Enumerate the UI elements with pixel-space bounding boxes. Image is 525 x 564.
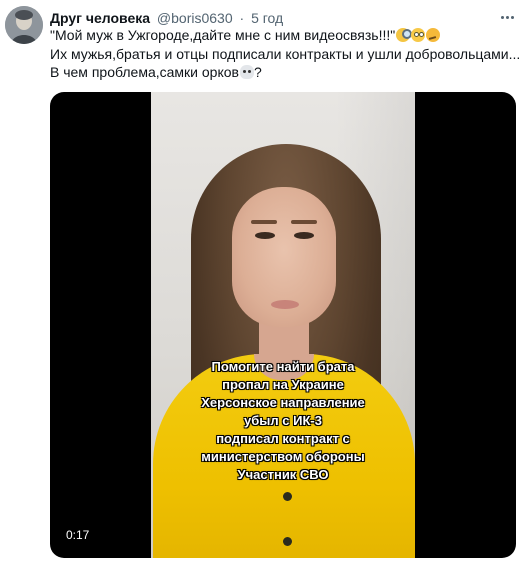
more-options-icon[interactable] xyxy=(497,10,517,24)
caption-line: Участник СВО xyxy=(237,467,329,482)
caption-line: пропал на Украине xyxy=(222,377,344,392)
tweet-text-line-1: "Мой муж в Ужгороде,дайте мне с ним виде… xyxy=(50,26,519,45)
tweet-text-line-3-end: ? xyxy=(253,64,262,80)
avatar[interactable] xyxy=(5,6,43,44)
sweater-button xyxy=(283,537,292,546)
tweet-text-line-1-content: "Мой муж в Ужгороде,дайте мне с ним виде… xyxy=(50,27,396,43)
video-frame[interactable] xyxy=(151,92,415,558)
magnifying-glass-icon xyxy=(396,28,413,42)
rolling-eyes-icon xyxy=(411,28,426,42)
caption-line: Помогите найти брата xyxy=(211,359,355,374)
tweet-text-line-3-content: В чем проблема,самки орков xyxy=(50,64,239,80)
tweet-text-line-2: Их мужья,братья и отцы подписали контрак… xyxy=(50,45,519,62)
video-person-eye-right xyxy=(294,232,314,239)
caption-line: Херсонское направление xyxy=(201,395,365,410)
caption-line: подписал контракт с xyxy=(216,431,350,446)
tweet[interactable]: Друг человека @boris0630 · 5 год "Мой му… xyxy=(0,0,525,564)
separator-dot: · xyxy=(239,10,245,26)
tweet-text-line-3: В чем проблема,самки орков? xyxy=(50,63,519,82)
video-timestamp: 0:17 xyxy=(60,526,96,545)
caption-line: министерством обороны xyxy=(201,449,365,464)
video-person-lips xyxy=(271,300,299,309)
author-name[interactable]: Друг человека xyxy=(50,10,150,26)
thinking-face-icon xyxy=(426,28,441,42)
video-person-brow-right xyxy=(291,220,317,224)
tweet-header: Друг человека @boris0630 · 5 год xyxy=(50,9,505,27)
skull-icon xyxy=(239,65,254,79)
video-caption: Помогите найти брата пропал на Украине Х… xyxy=(151,358,415,484)
video-person-eye-left xyxy=(255,232,275,239)
video-player[interactable]: Помогите найти брата пропал на Украине Х… xyxy=(50,92,516,558)
tweet-time[interactable]: 5 год xyxy=(251,10,283,26)
author-handle[interactable]: @boris0630 xyxy=(157,10,233,26)
caption-line: убыл с ИК-3 xyxy=(244,413,322,428)
sweater-button xyxy=(283,492,292,501)
video-person-brow-left xyxy=(251,220,277,224)
tweet-text: "Мой муж в Ужгороде,дайте мне с ним виде… xyxy=(50,26,519,82)
